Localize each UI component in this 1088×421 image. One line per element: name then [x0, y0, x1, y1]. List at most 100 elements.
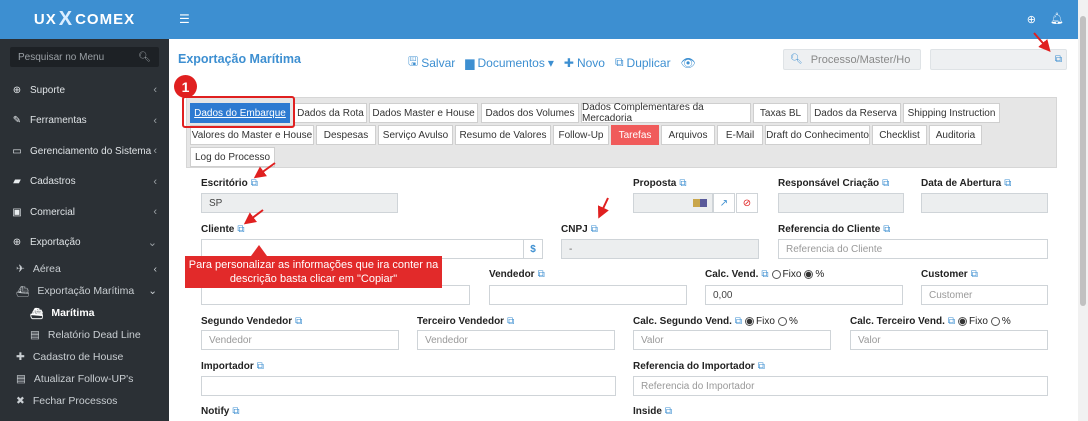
copy-icon[interactable]: ⧉: [1004, 178, 1011, 189]
tab-reserva[interactable]: Dados da Reserva: [810, 103, 901, 123]
customer-field[interactable]: Customer: [921, 285, 1048, 305]
radio-percent[interactable]: [990, 317, 1000, 326]
sidebar-item-maritima[interactable]: ⛴ Marítima: [0, 302, 169, 324]
data-abertura-field[interactable]: [921, 193, 1048, 213]
tab-resumo-valores[interactable]: Resumo de Valores: [455, 125, 551, 145]
tab-complementares[interactable]: Dados Complementares da Mercadoria: [581, 102, 751, 124]
sidebar-item-exportacao[interactable]: ⊕ Exportação ⌄: [0, 228, 169, 259]
copy-icon[interactable]: ⧉: [971, 269, 978, 280]
page-scrollbar[interactable]: [1078, 0, 1088, 421]
process-value-field[interactable]: ⧉: [930, 49, 1067, 70]
process-search[interactable]: 🔍︎ Processo/Master/Ho: [783, 49, 921, 70]
support-icon[interactable]: ⊕: [1027, 13, 1036, 26]
sidebar-item-dead-line[interactable]: ▤ Relatório Dead Line: [0, 324, 169, 346]
sidebar-item-suporte[interactable]: ⊕ Suporte ‹: [0, 75, 169, 106]
segundo-vendedor-field[interactable]: Vendedor: [201, 330, 399, 350]
duplicate-button[interactable]: ⧉ Duplicar: [615, 52, 671, 73]
radio-fixo[interactable]: [745, 317, 755, 326]
calc-terceiro-fixo-option[interactable]: Fixo: [958, 316, 988, 327]
copy-icon[interactable]: ⧉: [257, 361, 264, 372]
escritorio-field[interactable]: SP: [201, 193, 398, 213]
sidebar-item-ferramentas[interactable]: ✎ Ferramentas ‹: [0, 106, 169, 137]
tab-checklist[interactable]: Checklist: [872, 125, 927, 145]
tab-follow-up[interactable]: Follow-Up: [553, 125, 609, 145]
calc-vend-field[interactable]: 0,00: [705, 285, 903, 305]
tab-tarefas[interactable]: Tarefas: [611, 125, 659, 145]
calc-vend-fixo-option[interactable]: Fixo: [771, 269, 801, 280]
external-link-button[interactable]: ↗: [713, 193, 735, 213]
copy-icon[interactable]: ⧉: [882, 178, 889, 189]
tab-valores-master-house[interactable]: Valores do Master e House: [190, 125, 314, 145]
eye-icon[interactable]: 👁︎: [681, 52, 696, 73]
copy-icon[interactable]: ⧉: [758, 361, 765, 372]
tab-log-processo[interactable]: Log do Processo: [190, 147, 275, 167]
tab-arquivos[interactable]: Arquivos: [661, 125, 715, 145]
responsavel-field[interactable]: [778, 193, 904, 213]
save-button[interactable]: 🖫 Salvar: [408, 52, 455, 73]
tab-auditoria[interactable]: Auditoria: [929, 125, 982, 145]
calc-segundo-percent-option[interactable]: %: [777, 316, 798, 327]
copy-icon[interactable]: ⧉: [735, 316, 742, 327]
step-badge: 1: [174, 75, 197, 98]
sidebar-item-fechar-processos[interactable]: ✖ Fechar Processos: [0, 390, 169, 412]
sidebar-item-cadastros[interactable]: ▰ Cadastros ‹: [0, 167, 169, 198]
terceiro-vendedor-field[interactable]: Vendedor: [417, 330, 615, 350]
copy-icon[interactable]: ⧉: [232, 406, 239, 417]
copy-icon[interactable]: ⧉: [665, 406, 672, 417]
copy-icon[interactable]: ⧉: [948, 316, 955, 327]
tab-taxas-bl[interactable]: Taxas BL: [753, 103, 808, 123]
unlink-button[interactable]: ⊘: [736, 193, 758, 213]
hamburger-menu-icon[interactable]: ☰: [179, 12, 190, 26]
tab-despesas[interactable]: Despesas: [316, 125, 376, 145]
scrollbar-thumb[interactable]: [1080, 16, 1086, 306]
fixo-label: Fixo: [756, 316, 775, 327]
tab-email[interactable]: E-Mail: [717, 125, 763, 145]
sidebar-item-atualizar-follow-up[interactable]: ▤ Atualizar Follow-UP's: [0, 368, 169, 390]
referencia-cliente-field[interactable]: Referencia do Cliente: [778, 239, 1048, 259]
sidebar-item-exportacao-maritima[interactable]: ⛴ Exportação Marítima ⌄: [0, 280, 169, 302]
copy-icon[interactable]: ⧉: [251, 178, 258, 189]
copy-icon[interactable]: ⧉: [761, 269, 768, 280]
radio-fixo[interactable]: [958, 317, 967, 326]
radio-fixo[interactable]: [771, 270, 781, 279]
brand-logo[interactable]: UX X COMEX: [0, 0, 169, 39]
copy-icon[interactable]: ⧉: [1055, 54, 1062, 65]
radio-percent[interactable]: [804, 270, 814, 279]
tab-volumes[interactable]: Dados dos Volumes: [481, 103, 579, 123]
calc-terceiro-field[interactable]: Valor: [850, 330, 1048, 350]
copy-icon[interactable]: ⧉: [679, 178, 686, 189]
ship-icon: ⛴: [16, 285, 30, 298]
calc-segundo-field[interactable]: Valor: [633, 330, 831, 350]
referencia-importador-field[interactable]: Referencia do Importador: [633, 376, 1048, 396]
importador-field[interactable]: [201, 376, 616, 396]
calc-terceiro-percent-option[interactable]: %: [990, 316, 1011, 327]
tab-master-house[interactable]: Dados Master e House: [369, 103, 478, 123]
dollar-button[interactable]: $: [523, 239, 543, 259]
tab-dados-rota[interactable]: Dados da Rota: [294, 103, 367, 123]
copy-icon[interactable]: ⧉: [591, 224, 598, 235]
sidebar-item-comercial[interactable]: ▣ Comercial ‹: [0, 197, 169, 228]
bell-icon[interactable]: 🔔︎: [1050, 12, 1064, 25]
copy-icon[interactable]: ⧉: [883, 224, 890, 235]
copy-icon[interactable]: ⧉: [507, 316, 514, 327]
documents-dropdown[interactable]: ▆ Documentos ▾: [465, 52, 554, 73]
proposta-field[interactable]: [633, 193, 713, 213]
calc-vend-percent-option[interactable]: %: [804, 269, 824, 280]
sidebar-item-gerenciamento[interactable]: ▭ Gerenciamento do Sistema ‹: [0, 136, 169, 167]
radio-percent[interactable]: [777, 317, 787, 326]
new-button[interactable]: ✚ Novo: [564, 52, 605, 73]
sidebar-item-aerea[interactable]: ✈ Aérea ‹: [0, 258, 169, 280]
cnpj-field[interactable]: -: [561, 239, 759, 259]
sidebar-item-cadastro-house[interactable]: ✚ Cadastro de House: [0, 346, 169, 368]
sidebar-search[interactable]: Pesquisar no Menu 🔍︎: [10, 47, 159, 67]
calc-segundo-fixo-option[interactable]: Fixo: [745, 316, 775, 327]
chevron-down-icon: ⌄: [147, 237, 157, 250]
tab-draft-conhecimento[interactable]: Draft do Conhecimento: [765, 125, 870, 145]
copy-icon[interactable]: ⧉: [295, 316, 302, 327]
tab-shipping-instruction[interactable]: Shipping Instruction: [903, 103, 1000, 123]
row3-first-field[interactable]: [201, 285, 470, 305]
copy-icon[interactable]: ⧉: [237, 224, 244, 235]
copy-icon[interactable]: ⧉: [538, 269, 545, 280]
tab-servico-avulso[interactable]: Serviço Avulso: [378, 125, 453, 145]
vendedor-field[interactable]: [489, 285, 687, 305]
